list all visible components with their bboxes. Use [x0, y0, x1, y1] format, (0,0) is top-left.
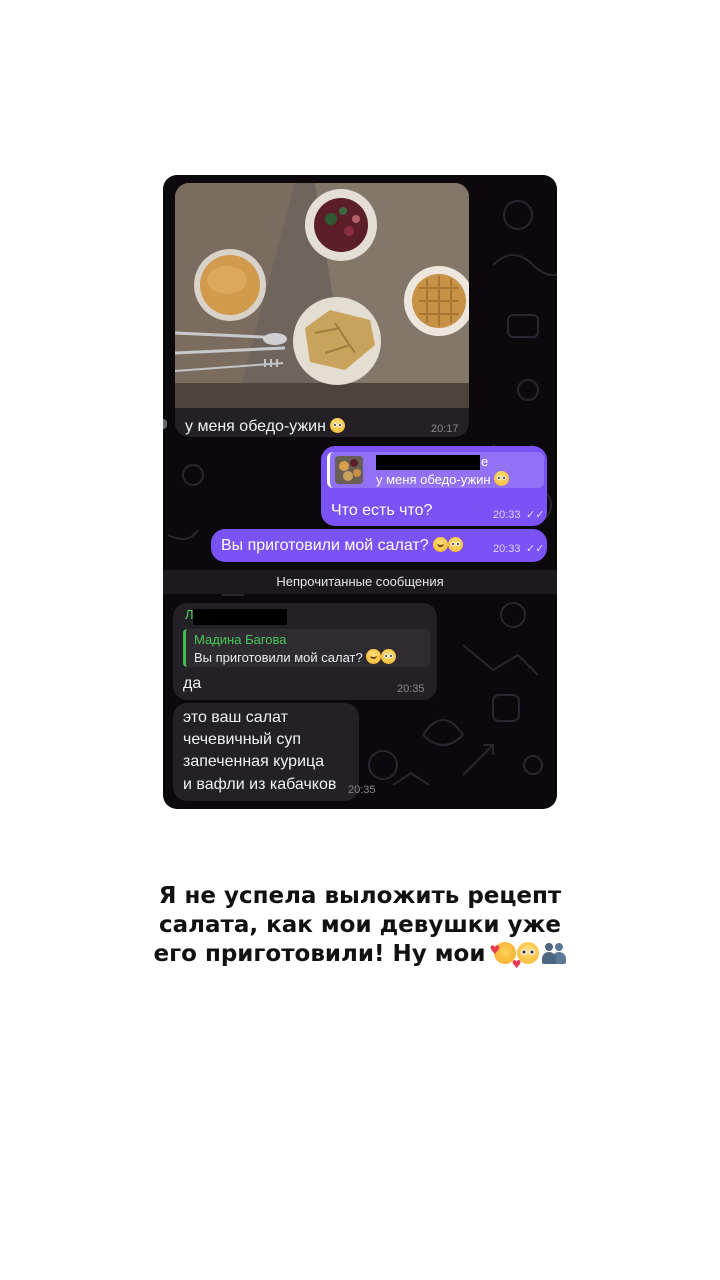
unread-divider: Непрочитанные сообщения [163, 570, 557, 594]
incoming-message[interactable]: это ваш салат чечевичный суп запеченная … [173, 703, 376, 801]
outgoing-reply-message[interactable]: е у меня обедо-ужин Что есть что? 20:33 … [321, 446, 547, 526]
caption-line-with-emoji: его приготовили! Ну мои [120, 936, 600, 979]
quote-text-content: Вы приготовили мой салат? [194, 650, 363, 665]
message-time: 20:33 [493, 543, 521, 555]
message-time: 20:17 [431, 423, 459, 435]
pleading-face-icon [448, 537, 464, 552]
message-text: Вы приготовили мой салат? [221, 537, 464, 555]
quote-text-content: у меня обедо-ужин [376, 472, 491, 487]
food-photo[interactable] [175, 183, 469, 408]
pleading-face-icon [494, 471, 510, 486]
caption-line: Я не успела выложить рецепт [158, 883, 562, 909]
busts-in-silhouette-icon [540, 942, 566, 964]
pleading-face-icon [517, 942, 540, 964]
yum-face-icon [366, 649, 382, 664]
reply-quote[interactable]: е у меня обедо-ужин [327, 452, 544, 488]
redacted-name [376, 455, 480, 470]
outgoing-message[interactable]: Вы приготовили мой салат? 20:33 ✓✓ [211, 529, 547, 562]
smiling-face-with-hearts-icon [489, 936, 521, 979]
message-time: 20:33 [493, 509, 521, 521]
message-time: 20:35 [397, 683, 425, 695]
message-text: Что есть что? [331, 502, 433, 519]
message-line: чечевичный суп [183, 731, 302, 748]
pleading-face-icon [381, 649, 397, 664]
message-text-content: Вы приготовили мой салат? [221, 537, 429, 554]
pleading-face-icon [330, 418, 346, 433]
quote-text: у меня обедо-ужин [376, 471, 510, 487]
chat-screenshot: у меня обедо-ужин 20:17 е у меня обедо-у… [163, 175, 557, 809]
photo-message[interactable]: у меня обедо-ужин 20:17 [175, 183, 469, 437]
read-receipt-icon: ✓✓ [526, 543, 545, 555]
quote-thumbnail [335, 456, 363, 484]
redacted-name [193, 609, 287, 625]
yum-face-icon [433, 537, 449, 552]
message-time: 20:35 [348, 784, 376, 796]
story-caption: Я не успела выложить рецепт салата, как … [120, 882, 600, 979]
caption-text: у меня обедо-ужин [185, 418, 326, 435]
quote-sender-name: Мадина Багова [194, 632, 287, 647]
caption-line: салата, как мои девушки уже [159, 912, 561, 938]
sender-name-suffix: е [481, 454, 489, 469]
reply-quote[interactable]: Мадина Багова Вы приготовили мой салат? [183, 629, 430, 667]
message-line: запеченная курица [183, 753, 325, 770]
message-line: и вафли из кабачков [183, 776, 337, 793]
message-text: да [183, 675, 202, 692]
incoming-reply-message[interactable]: Л Мадина Багова Вы приготовили мой салат… [173, 603, 437, 700]
caption-line-text: его приготовили! Ну мои [153, 941, 486, 967]
message-line: это ваш салат [183, 709, 288, 726]
quote-text: Вы приготовили мой салат? [194, 649, 397, 665]
message-text: у меня обедо-ужин [185, 418, 346, 436]
read-receipt-icon: ✓✓ [526, 509, 545, 521]
